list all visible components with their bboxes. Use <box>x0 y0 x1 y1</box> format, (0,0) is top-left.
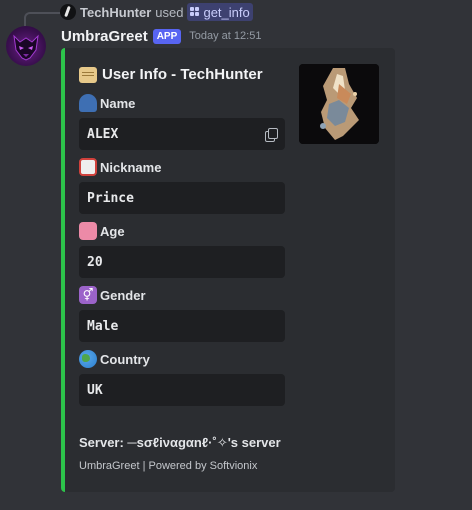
field-label-name: Name <box>79 94 135 112</box>
field-value-nickname: Prince <box>79 182 285 214</box>
slash-command-mention[interactable]: get_info <box>187 3 253 21</box>
cake-icon <box>79 222 97 240</box>
reply-used-text: used <box>155 4 184 20</box>
field-value-age: 20 <box>79 246 285 278</box>
embed-title-text: User Info - TechHunter <box>102 66 263 83</box>
field-value-text: UK <box>87 382 103 398</box>
server-line: Server: ─sσℓiναgαnℓ·˚✧'s server <box>79 435 281 450</box>
reply-username[interactable]: TechHunter <box>80 5 151 20</box>
field-label-text: Age <box>100 223 125 239</box>
app-badge: APP <box>152 28 182 44</box>
embed-footer: UmbraGreet | Powered by Softvionix <box>79 460 258 472</box>
field-label-country: Country <box>79 350 150 368</box>
field-label-text: Gender <box>100 287 146 303</box>
bot-avatar[interactable] <box>6 26 46 66</box>
message-header: UmbraGreet APP Today at 12:51 <box>61 26 261 46</box>
bot-name[interactable]: UmbraGreet <box>61 28 148 45</box>
field-label-nickname: Nickname <box>79 158 161 176</box>
field-value-text: 20 <box>87 254 103 270</box>
field-value-text: Male <box>87 318 119 334</box>
message-timestamp[interactable]: Today at 12:51 <box>189 30 261 42</box>
field-label-age: Age <box>79 222 125 240</box>
embed-title: User Info - TechHunter <box>79 66 263 83</box>
gender-icon: ⚥ <box>79 286 97 304</box>
user-avatar-small[interactable] <box>60 4 76 20</box>
field-label-text: Name <box>100 95 136 111</box>
reply-reference[interactable]: TechHunter used get_info <box>60 2 253 22</box>
slash-command-icon <box>190 7 200 17</box>
globe-icon <box>79 350 97 368</box>
field-label-text: Country <box>100 351 150 367</box>
command-name[interactable]: get_info <box>203 5 249 20</box>
field-value-name: ALEX <box>79 118 285 150</box>
field-value-text: ALEX <box>87 126 119 142</box>
embed-thumbnail[interactable] <box>299 64 379 144</box>
reply-connector <box>24 12 60 26</box>
info-embed: User Info - TechHunter Name ALEX Nicknam… <box>61 48 395 492</box>
copy-icon[interactable] <box>265 128 278 142</box>
book-icon <box>79 158 97 176</box>
field-label-text: Nickname <box>100 159 162 175</box>
person-icon <box>79 94 97 112</box>
field-value-text: Prince <box>87 190 134 206</box>
demon-mask-icon <box>13 34 39 61</box>
field-value-country: UK <box>79 374 285 406</box>
field-value-gender: Male <box>79 310 285 342</box>
thumbnail-image <box>299 64 379 144</box>
scroll-icon <box>79 66 97 83</box>
field-label-gender: ⚥ Gender <box>79 286 146 304</box>
